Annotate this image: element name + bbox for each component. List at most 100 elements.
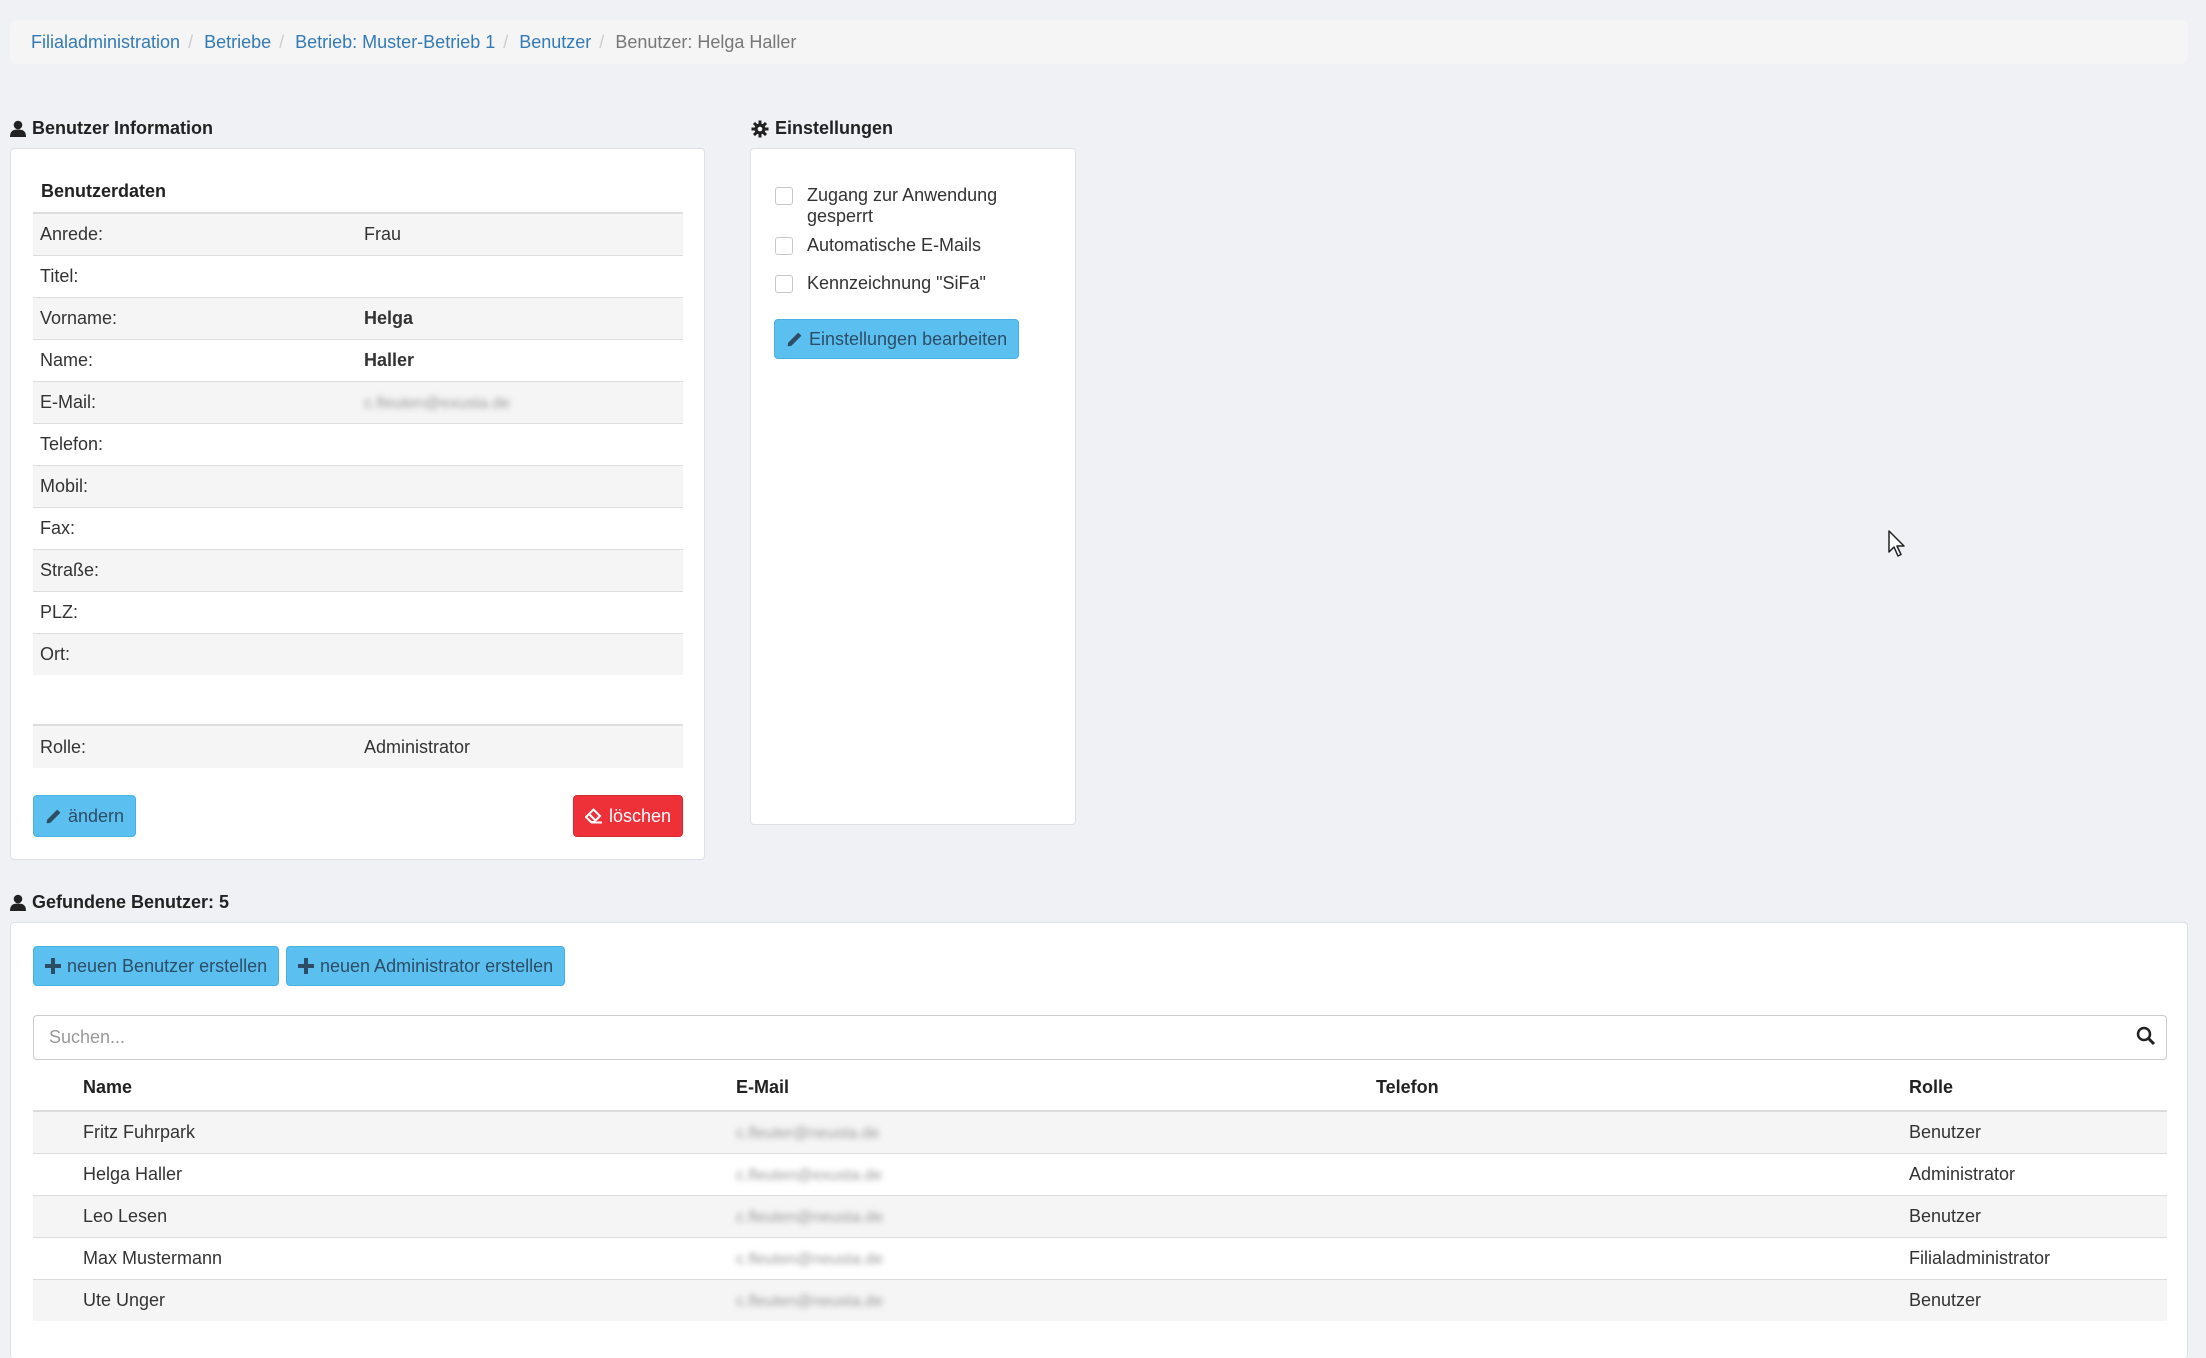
field-row-vorname: Vorname: Helga [33, 296, 683, 339]
user-data-subtitle: Benutzerdaten [41, 181, 167, 201]
field-value [357, 254, 683, 297]
cell-email-blurred: c.fleuten@neusta.de [736, 1208, 884, 1226]
field-value [357, 422, 683, 465]
field-row-fax: Fax: [33, 506, 683, 549]
gear-icon [751, 120, 769, 137]
breadcrumb-separator: / [599, 31, 605, 52]
field-row-rolle: Rolle: Administrator [33, 724, 683, 768]
column-header-phone[interactable]: Telefon [1376, 1068, 1909, 1112]
table-row[interactable]: Max Mustermann c.fleuten@neusta.de Filia… [33, 1236, 2167, 1279]
field-row-anrede: Anrede: Frau [33, 212, 683, 255]
cell-phone [1376, 1152, 1909, 1195]
auto-emails-label: Automatische E-Mails [807, 235, 982, 255]
cell-name: Leo Lesen [33, 1194, 736, 1237]
users-table: Name E-Mail Telefon Rolle Fritz Fuhrpark… [33, 1068, 2167, 1321]
table-row[interactable]: Leo Lesen c.fleuten@neusta.de Benutzer [33, 1194, 2167, 1237]
field-value-role: Administrator [357, 724, 683, 768]
breadcrumb-item-benutzer[interactable]: Benutzer [519, 32, 591, 53]
cell-email-blurred: c.fleuten@neusta.de [736, 1292, 884, 1310]
settings-title: Einstellungen [775, 118, 894, 138]
cell-email-blurred: c.fleuten@exusta.de [736, 1166, 883, 1184]
edit-settings-label: Einstellungen bearbeiten [809, 328, 1008, 349]
field-value [357, 548, 683, 591]
auto-emails-checkbox[interactable] [775, 237, 793, 255]
breadcrumb-item-betriebe[interactable]: Betriebe [204, 32, 271, 53]
users-title: Gefundene Benutzer: 5 [32, 892, 230, 912]
sifa-label: Kennzeichnung "SiFa" [807, 273, 986, 293]
table-row[interactable]: Fritz Fuhrpark c.fleuter@neusta.de Benut… [33, 1110, 2167, 1153]
plus-icon [45, 958, 61, 974]
breadcrumb-item-filialadministration[interactable]: Filialadministration [31, 32, 180, 53]
role-table: Rolle: Administrator [33, 724, 683, 768]
field-label: PLZ: [33, 590, 357, 633]
cell-email: c.fleuten@neusta.de [736, 1194, 1376, 1237]
table-row[interactable]: Ute Unger c.fleuten@neusta.de Benutzer [33, 1278, 2167, 1321]
delete-user-button[interactable]: löschen [573, 795, 684, 837]
field-value: Haller [357, 338, 683, 381]
field-value [357, 506, 683, 549]
field-row-titel: Titel: [33, 254, 683, 297]
cell-name: Fritz Fuhrpark [33, 1110, 736, 1153]
field-value [357, 464, 683, 507]
access-blocked-checkbox[interactable] [775, 187, 793, 205]
breadcrumb-item-current: Benutzer: Helga Haller [615, 31, 797, 52]
users-table-header: Name E-Mail Telefon Rolle [33, 1068, 2167, 1112]
field-label: Anrede: [33, 212, 357, 255]
field-label: Straße: [33, 548, 357, 591]
user-info-heading: Benutzer Information [10, 118, 213, 139]
field-label: Vorname: [33, 296, 357, 339]
field-value: Helga [357, 296, 683, 339]
field-value [357, 590, 683, 633]
setting-auto-emails[interactable]: Automatische E-Mails [775, 235, 981, 256]
field-row-telefon: Telefon: [33, 422, 683, 465]
field-value-cell: c.fleuten@exusta.de [357, 380, 683, 423]
plus-icon [298, 958, 314, 974]
sifa-checkbox[interactable] [775, 275, 793, 293]
edit-settings-button[interactable]: Einstellungen bearbeiten [774, 319, 1020, 359]
eraser-icon [585, 808, 602, 824]
breadcrumb-separator: / [188, 31, 194, 52]
delete-user-label: löschen [609, 805, 672, 826]
settings-panel: Zugang zur Anwendung gesperrt Automatisc… [750, 148, 1076, 825]
cell-role: Filialadministrator [1909, 1236, 2167, 1279]
cell-name: Max Mustermann [33, 1236, 736, 1279]
cell-email-blurred: c.fleuter@neusta.de [736, 1124, 880, 1142]
edit-user-button[interactable]: ändern [33, 795, 137, 837]
cell-role: Administrator [1909, 1152, 2167, 1195]
settings-heading: Einstellungen [751, 118, 893, 139]
cell-email: c.fleuten@exusta.de [736, 1152, 1376, 1195]
field-row-email: E-Mail: c.fleuten@exusta.de [33, 380, 683, 423]
field-row-name: Name: Haller [33, 338, 683, 381]
user-info-title: Benutzer Information [32, 118, 214, 138]
setting-access-blocked[interactable]: Zugang zur Anwendung gesperrt [775, 185, 1065, 227]
field-row-mobil: Mobil: [33, 464, 683, 507]
field-label: Mobil: [33, 464, 357, 507]
cell-phone [1376, 1236, 1909, 1279]
cell-name: Helga Haller [33, 1152, 736, 1195]
field-value [357, 632, 683, 675]
search-input[interactable] [34, 1016, 2094, 1059]
field-value: Frau [357, 212, 683, 255]
users-panel: neuen Benutzer erstellen neuen Administr… [10, 922, 2188, 1358]
table-row[interactable]: Helga Haller c.fleuten@exusta.de Adminis… [33, 1152, 2167, 1195]
column-header-email[interactable]: E-Mail [736, 1068, 1376, 1112]
new-user-button[interactable]: neuen Benutzer erstellen [33, 946, 280, 986]
cell-email: c.fleuter@neusta.de [736, 1110, 1376, 1153]
cell-email: c.fleuten@neusta.de [736, 1278, 1376, 1321]
column-header-role[interactable]: Rolle [1909, 1068, 2167, 1112]
breadcrumb-separator: / [279, 31, 285, 52]
user-icon [10, 120, 26, 137]
column-header-name[interactable]: Name [33, 1068, 736, 1112]
cell-email: c.fleuten@neusta.de [736, 1236, 1376, 1279]
user-data-table: Anrede: Frau Titel: Vorname: Helga Name: Ha… [33, 212, 683, 675]
access-blocked-label: Zugang zur Anwendung gesperrt [807, 185, 998, 226]
field-row-ort: Ort: [33, 632, 683, 675]
search-icon[interactable] [2136, 1026, 2156, 1051]
breadcrumb-separator: / [503, 31, 509, 52]
setting-sifa[interactable]: Kennzeichnung "SiFa" [775, 273, 986, 294]
breadcrumb-item-betrieb[interactable]: Betrieb: Muster-Betrieb 1 [295, 32, 495, 53]
cell-role: Benutzer [1909, 1194, 2167, 1237]
field-label: Telefon: [33, 422, 357, 465]
field-value-email-blurred: c.fleuten@exusta.de [364, 394, 511, 412]
new-admin-button[interactable]: neuen Administrator erstellen [286, 946, 566, 986]
